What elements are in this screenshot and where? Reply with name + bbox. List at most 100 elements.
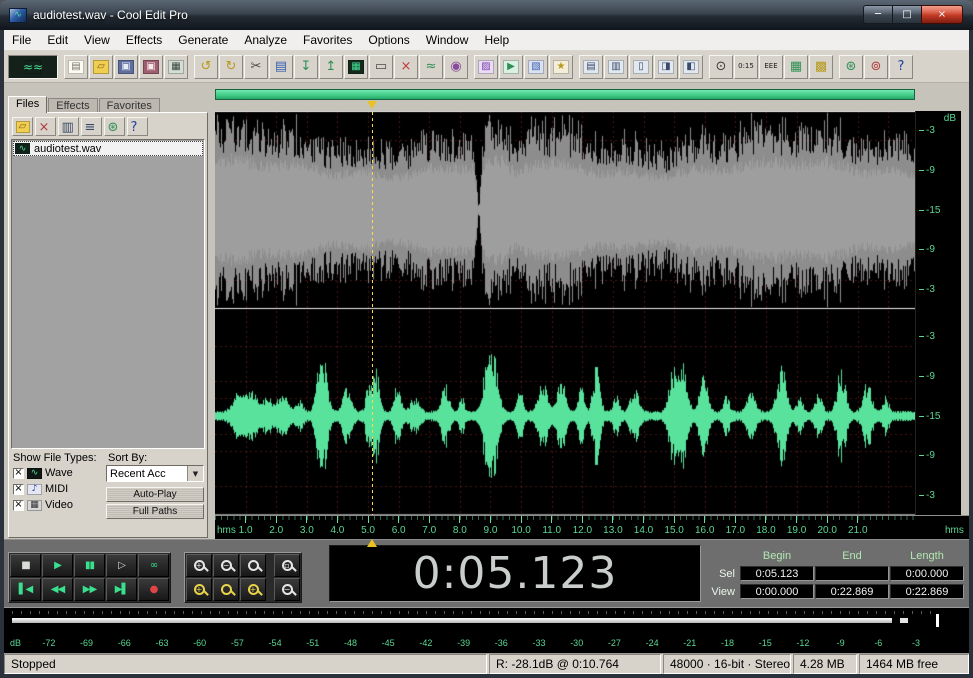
display-time-format-button[interactable]: EEE [759,54,783,79]
copy-button[interactable]: ▤ [269,54,293,79]
view-end-field[interactable]: 0:22.869 [815,584,889,599]
save-as-file-button[interactable]: ▣ [139,54,163,79]
delete-selection-button[interactable]: × [394,54,418,79]
file-info-window-button[interactable]: ▯ [629,54,653,79]
panel-change-view-button[interactable]: ≡ [81,117,102,136]
menu-item-analyze[interactable]: Analyze [236,30,295,50]
midi-checkbox[interactable]: × [13,483,24,495]
view-length-field[interactable]: 0:22.869 [890,584,964,599]
panel-close-file-button[interactable]: × [35,117,56,136]
stop-button[interactable]: ■ [10,554,41,577]
play-to-end-button[interactable]: ▷ [106,554,137,577]
undo-button[interactable]: ↺ [194,54,218,79]
batch-scripts-button[interactable]: ▧ [524,54,548,79]
panel-insert-multitrack-button[interactable]: ▥ [58,117,79,136]
panel-help-button[interactable]: ? [127,117,148,136]
waveform-multitrack-toggle-button[interactable]: ≈≈ [8,54,58,79]
sel-length-field[interactable]: 0:00.000 [890,566,964,581]
wave-checkbox[interactable]: × [13,467,24,479]
file-list-item[interactable]: ∿ audiotest.wav [13,141,203,156]
paste-button[interactable]: ↧ [294,54,318,79]
zoom-sel-button[interactable] [213,578,239,601]
zoom-sel-right-button[interactable]: + [240,578,266,601]
timeline-ruler[interactable]: hms hms 1.0 2.0 3.0 4.0 5.0 6.0 7.0 8.0 9.0 10.0 1… [215,515,969,539]
menu-item-favorites[interactable]: Favorites [295,30,360,50]
rewind-button[interactable]: ◀◀ [42,578,73,601]
cue-list-button[interactable]: ▤ [579,54,603,79]
favorites-edit-button[interactable]: ★ [549,54,573,79]
fast-forward-button[interactable]: ▶▶ [74,578,105,601]
sel-begin-field[interactable]: 0:05.123 [740,566,814,581]
find-beats-button[interactable]: ◉ [444,54,468,79]
go-to-start-button[interactable]: ▌◀ [10,578,41,601]
cue-organizer-button[interactable]: ◨ [654,54,678,79]
panel-open-file-button[interactable]: ▱ [12,117,33,136]
cursor-marker-bottom[interactable] [367,539,377,547]
preview-play-button[interactable]: ▶ [499,54,523,79]
menu-item-edit[interactable]: Edit [39,30,76,50]
record-button[interactable]: ● [138,578,169,601]
file-info-button[interactable]: ▦ [164,54,188,79]
menu-item-generate[interactable]: Generate [170,30,236,50]
sel-end-field[interactable] [815,566,889,581]
settings-button[interactable]: ⊛ [839,54,863,79]
paste-to-new-button[interactable]: ↥ [319,54,343,79]
video-checkbox[interactable]: × [13,499,24,511]
level-meter[interactable]: dB -72 -69 -66 -63 -60 -57 -54 -51 -48 -45 -42 -39 -… [4,607,969,654]
file-list[interactable]: ∿ audiotest.wav [11,139,205,449]
tab-files[interactable]: Files [8,96,48,113]
save-file-button[interactable]: ▣ [114,54,138,79]
zoom-sel-left-button[interactable]: + [186,578,212,601]
new-file-button[interactable]: ▤ [64,54,88,79]
panel-advanced-options-button[interactable]: ⊛ [104,117,125,136]
zoom-full-button[interactable] [240,554,266,577]
full-paths-button[interactable]: Full Paths [106,504,204,519]
tab-effects[interactable]: Effects [48,98,98,113]
maximize-button[interactable]: □ [892,5,921,24]
paste-icon: ↧ [300,59,312,74]
menu-item-file[interactable]: File [4,30,39,50]
monitor-record-level-button[interactable]: ⊚ [864,54,888,79]
zoom-out-vertical-button[interactable]: − [274,578,300,601]
menu-item-window[interactable]: Window [418,30,477,50]
view-begin-field[interactable]: 0:00.000 [740,584,814,599]
cut-button[interactable]: ✂ [244,54,268,79]
sort-dropdown[interactable]: Recent Acc ▼ [106,465,204,482]
mix-paste-button[interactable]: ▦ [344,54,368,79]
trim-button[interactable]: ▭ [369,54,393,79]
menu-item-view[interactable]: View [76,30,118,50]
waveform-colors-button[interactable]: ▩ [809,54,833,79]
auto-play-button[interactable]: Auto-Play [106,487,204,502]
menu-item-effects[interactable]: Effects [118,30,170,50]
frequency-analysis-button[interactable]: ⊙ [709,54,733,79]
timeline-tick [398,516,400,523]
help-button[interactable]: ? [889,54,913,79]
play-button[interactable]: ▶ [42,554,73,577]
amplitude-ruler[interactable]: dB -3 -9 -15 -9 -3 -3 -9 -15 -9 -3 [915,111,961,515]
close-button[interactable]: × [921,5,963,24]
zoom-out-button[interactable]: − [213,554,239,577]
minimize-button[interactable]: ─ [863,5,892,24]
menu-item-help[interactable]: Help [476,30,517,50]
play-list-button[interactable]: ▥ [604,54,628,79]
menu-item-options[interactable]: Options [360,30,417,50]
play-looped-button[interactable]: ∞ [138,554,169,577]
effects-rack-button[interactable]: ▨ [474,54,498,79]
phase-analysis-button[interactable]: ◧ [679,54,703,79]
time-display[interactable]: 0:05.123 [329,545,701,602]
overview-navigation-bar[interactable] [215,89,915,100]
timeline-tick [765,516,767,523]
tab-favorites[interactable]: Favorites [98,98,160,113]
spectral-view-button[interactable]: ▦ [784,54,808,79]
convert-sample-type-button[interactable]: ≈ [419,54,443,79]
zoom-in-button[interactable]: + [186,554,212,577]
open-file-button[interactable]: ▱ [89,54,113,79]
dropdown-arrow-icon[interactable]: ▼ [187,466,203,481]
redo-button[interactable]: ↻ [219,54,243,79]
view-time-window-button[interactable]: 0:15 [734,54,758,79]
cursor-marker-top[interactable] [367,101,377,109]
waveform-display[interactable] [215,111,915,515]
pause-button[interactable]: ▮▮ [74,554,105,577]
go-to-end-button[interactable]: ▶▌ [106,578,137,601]
zoom-to-selection-button[interactable]: ▫ [274,554,300,577]
